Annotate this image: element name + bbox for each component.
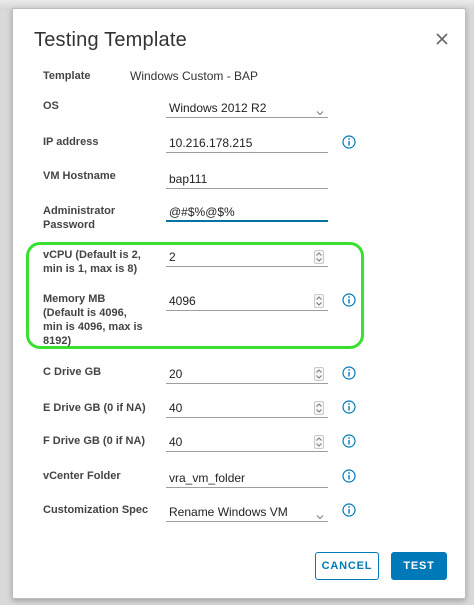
e-drive-input[interactable]: 40 xyxy=(166,399,328,418)
customization-spec-select[interactable]: Rename Windows VM xyxy=(166,503,328,522)
f-drive-label: F Drive GB (0 if NA) xyxy=(43,435,146,447)
vcpu-stepper[interactable] xyxy=(314,250,324,264)
test-button[interactable]: TEST xyxy=(391,552,447,580)
chevron-down-icon xyxy=(316,104,324,116)
admin-password-label: Administrator Password xyxy=(43,204,115,232)
vm-hostname-label: VM Hostname xyxy=(43,170,116,182)
memory-label-line1: Memory MB xyxy=(43,293,106,305)
vcenter-folder-input[interactable]: vra_vm_folder xyxy=(166,469,328,488)
testing-template-dialog: Testing Template Template Windows Custom… xyxy=(12,8,466,599)
ip-address-info-icon[interactable] xyxy=(342,135,356,149)
os-select-value: Windows 2012 R2 xyxy=(169,101,267,115)
memory-input[interactable]: 4096 xyxy=(166,292,328,311)
memory-info-icon[interactable] xyxy=(342,293,356,307)
e-drive-value: 40 xyxy=(169,401,183,415)
template-value: Windows Custom - BAP xyxy=(130,69,259,83)
c-drive-stepper[interactable] xyxy=(314,367,324,381)
vcpu-input[interactable]: 2 xyxy=(166,248,328,267)
template-label: Template xyxy=(43,70,91,82)
admin-password-label-line1: Administrator xyxy=(43,205,116,217)
dialog-title: Testing Template xyxy=(34,29,187,51)
c-drive-value: 20 xyxy=(169,367,183,381)
vcenter-folder-label: vCenter Folder xyxy=(43,470,121,482)
cancel-button[interactable]: CANCEL xyxy=(315,552,379,580)
f-drive-info-icon[interactable] xyxy=(342,434,356,448)
vcpu-label: vCPU (Default is 2, min is 1, max is 8) xyxy=(43,248,141,276)
memory-label-line4: 8192) xyxy=(43,335,72,347)
c-drive-info-icon[interactable] xyxy=(342,366,356,380)
ip-address-input[interactable]: 10.216.178.215 xyxy=(166,134,328,153)
f-drive-stepper[interactable] xyxy=(314,435,324,449)
customization-spec-info-icon[interactable] xyxy=(342,503,356,517)
e-drive-label: E Drive GB (0 if NA) xyxy=(43,402,146,414)
e-drive-stepper[interactable] xyxy=(314,401,324,415)
memory-label-line2: (Default is 4096, xyxy=(43,307,127,319)
admin-password-label-line2: Password xyxy=(43,219,95,231)
memory-value: 4096 xyxy=(169,294,196,308)
admin-password-input[interactable]: @#$%@$% xyxy=(166,203,328,222)
vm-hostname-input[interactable]: bap111 xyxy=(166,170,328,189)
vcenter-folder-info-icon[interactable] xyxy=(342,469,356,483)
c-drive-label: C Drive GB xyxy=(43,366,102,378)
memory-stepper[interactable] xyxy=(314,294,324,308)
chevron-down-icon xyxy=(316,508,324,520)
customization-spec-label: Customization Spec xyxy=(43,504,149,516)
e-drive-info-icon[interactable] xyxy=(342,400,356,414)
f-drive-value: 40 xyxy=(169,435,183,449)
vcpu-value: 2 xyxy=(169,250,176,264)
customization-spec-value: Rename Windows VM xyxy=(169,505,288,519)
vcpu-label-line1: vCPU (Default is 2, xyxy=(43,249,141,261)
os-select[interactable]: Windows 2012 R2 xyxy=(166,99,328,118)
c-drive-input[interactable]: 20 xyxy=(166,365,328,384)
memory-label: Memory MB (Default is 4096, min is 4096,… xyxy=(43,292,143,348)
vcpu-label-line2: min is 1, max is 8) xyxy=(43,263,138,275)
f-drive-input[interactable]: 40 xyxy=(166,433,328,452)
os-label: OS xyxy=(43,100,59,112)
ip-address-label: IP address xyxy=(43,136,99,148)
memory-label-line3: min is 4096, max is xyxy=(43,321,143,333)
close-icon[interactable] xyxy=(432,29,452,49)
